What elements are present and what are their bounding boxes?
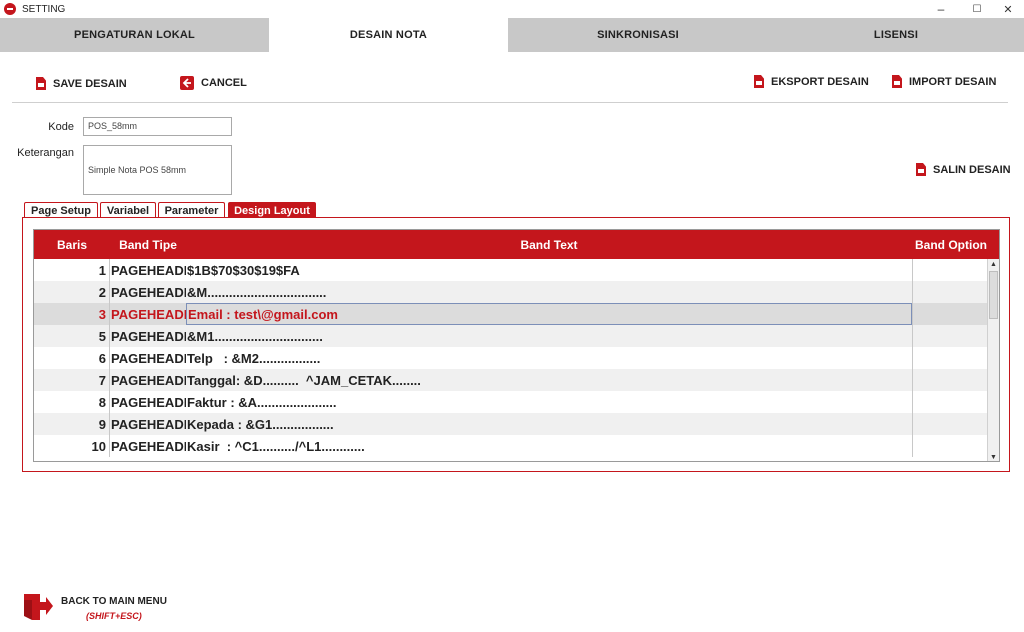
cell-baris: 7 [34,369,110,391]
table-row[interactable]: 2 PAGEHEADER &M.........................… [34,281,989,303]
cell-baris: 10 [34,435,110,457]
cell-band-option[interactable] [912,369,989,391]
col-header-band-option[interactable]: Band Option [912,230,999,259]
cell-band-option[interactable] [912,435,989,457]
app-logo-icon [4,3,16,15]
cell-baris: 3 [34,303,110,325]
cell-band-text[interactable]: $1B$70$30$19$FA [186,259,912,281]
cell-band-tipe: PAGEHEADER [111,372,186,388]
cell-band-tipe: PAGEHEADER [111,394,186,410]
cell-band-tipe: PAGEHEADER [111,262,186,278]
cell-band-text[interactable]: Kepada : &G1................. [186,413,912,435]
cell-band-option[interactable] [912,347,989,369]
cell-baris: 5 [34,325,110,347]
tab-variabel[interactable]: Variabel [100,202,156,218]
minimize-button[interactable]: – [923,0,959,18]
back-to-menu-icon[interactable] [23,592,53,622]
kode-label: Kode [48,121,74,133]
kode-field[interactable]: POS_58mm [83,117,232,136]
eksport-desain-button[interactable]: EKSPORT DESAIN [754,75,869,88]
cell-band-text[interactable]: Kasir : ^C1........../^L1............ [186,435,912,457]
cell-band-text[interactable]: Telp : &M2................. [186,347,912,369]
eksport-desain-label: EKSPORT DESAIN [771,75,869,88]
toolbar-divider [12,102,1008,103]
salin-desain-button[interactable]: SALIN DESAIN [916,163,1011,176]
col-header-baris[interactable]: Baris [34,230,110,259]
cell-baris: 9 [34,413,110,435]
col-header-band-tipe[interactable]: Band Tipe [110,230,186,259]
salin-desain-label: SALIN DESAIN [933,163,1011,176]
import-icon [892,75,902,88]
tab-parameter[interactable]: Parameter [158,202,225,218]
table-row[interactable]: 6 PAGEHEADER Telp : &M2................. [34,347,989,369]
cell-band-text[interactable]: Email : test\@gmail.com [186,303,912,325]
table-scrollbar[interactable]: ▲ ▼ [987,259,999,461]
import-desain-button[interactable]: IMPORT DESAIN [892,75,996,88]
cell-band-text[interactable]: &M1.............................. [186,325,912,347]
tab-sinkronisasi[interactable]: SINKRONISASI [508,18,768,52]
back-shortcut-hint: (SHIFT+ESC) [86,611,142,621]
cell-band-tipe: PAGEHEADER [111,416,186,432]
back-arrow-icon [180,76,194,90]
keterangan-label: Keterangan [17,147,74,159]
save-desain-button[interactable]: SAVE DESAIN [36,77,127,90]
scroll-down-icon[interactable]: ▼ [988,452,999,461]
table-row[interactable]: 8 PAGEHEADER Faktur : &A................… [34,391,989,413]
cancel-label: CANCEL [201,77,247,89]
table-row[interactable]: 7 PAGEHEADER Tanggal: &D.......... ^JAM_… [34,369,989,391]
table-row[interactable]: 10 PAGEHEADER Kasir : ^C1........../^L1.… [34,435,989,457]
cell-band-option[interactable] [912,391,989,413]
cell-band-tipe: PAGEHEADER [111,284,186,300]
copy-icon [916,163,926,176]
save-desain-label: SAVE DESAIN [53,77,127,90]
tab-lisensi[interactable]: LISENSI [768,18,1024,52]
scroll-thumb[interactable] [989,271,998,319]
cell-band-option[interactable] [912,303,989,325]
cell-baris: 6 [34,347,110,369]
cell-band-text[interactable]: Tanggal: &D.......... ^JAM_CETAK........ [186,369,912,391]
cell-band-tipe: PAGEHEADER [111,438,186,454]
cell-band-option[interactable] [912,325,989,347]
close-button[interactable]: ✕ [990,0,1024,18]
main-tab-bar: PENGATURAN LOKAL DESAIN NOTA SINKRONISAS… [0,18,1024,52]
cell-band-tipe: PAGEHEADER [111,350,186,366]
cell-band-text[interactable]: &M................................. [186,281,912,303]
export-icon [754,75,764,88]
tab-desain-nota[interactable]: DESAIN NOTA [269,18,508,52]
cell-band-option[interactable] [912,281,989,303]
cell-band-tipe: PAGEHEADER [111,328,186,344]
cancel-button[interactable]: CANCEL [180,76,247,90]
save-icon [36,77,46,90]
table-row-selected[interactable]: 3 PAGEHEADER Email : test\@gmail.com [34,303,989,325]
tab-design-layout[interactable]: Design Layout [228,202,316,218]
table-row[interactable]: 1 PAGEHEADER $1B$70$30$19$FA [34,259,989,281]
import-desain-label: IMPORT DESAIN [909,75,997,88]
table-row[interactable]: 5 PAGEHEADER &M1........................… [34,325,989,347]
cell-band-option[interactable] [912,413,989,435]
cell-band-tipe: PAGEHEADER [111,306,186,322]
scroll-up-icon[interactable]: ▲ [988,259,999,270]
window-title: SETTING [22,3,66,15]
table-row[interactable]: 9 PAGEHEADER Kepada : &G1...............… [34,413,989,435]
cell-band-option[interactable] [912,259,989,281]
col-header-band-text[interactable]: Band Text [186,230,912,259]
band-table: Baris Band Tipe Band Text Band Option 1 … [33,229,1000,462]
back-to-main-menu-button[interactable]: BACK TO MAIN MENU [61,596,167,607]
cell-baris: 1 [34,259,110,281]
keterangan-field[interactable]: Simple Nota POS 58mm [83,145,232,195]
cell-baris: 2 [34,281,110,303]
cell-band-text[interactable]: Faktur : &A...................... [186,391,912,413]
tab-pengaturan-lokal[interactable]: PENGATURAN LOKAL [0,18,269,52]
title-bar: SETTING [0,0,1024,18]
cell-baris: 8 [34,391,110,413]
tab-page-setup[interactable]: Page Setup [24,202,98,218]
table-header: Baris Band Tipe Band Text Band Option [34,230,999,259]
